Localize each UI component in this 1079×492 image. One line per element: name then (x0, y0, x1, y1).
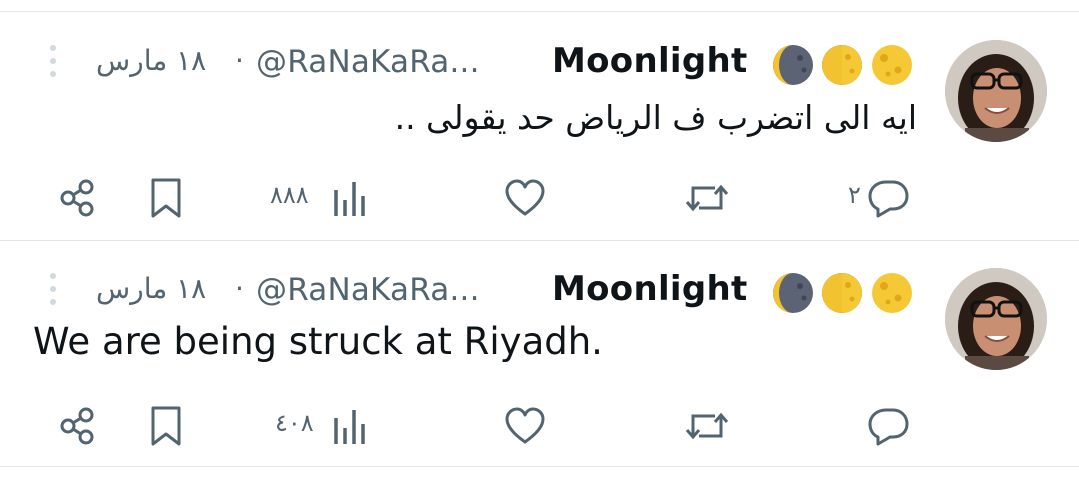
author-name[interactable]: Moonlight (552, 269, 748, 309)
author-handle[interactable]: @RaNaKaRa... (256, 44, 480, 80)
moon-emoji-group (770, 42, 916, 88)
repost-icon (685, 412, 729, 440)
tweet-header: ١٨ مارس · @RaNaKaRa... Moonlight (0, 266, 1079, 326)
views-count: ٨٨٨ (270, 181, 309, 209)
bookmark-icon (151, 406, 181, 446)
top-divider (0, 11, 1079, 12)
tweet[interactable]: ١٨ مارس · @RaNaKaRa... Moonlight (0, 266, 1079, 492)
first-quarter-moon-icon (822, 273, 862, 313)
bottom-divider (0, 466, 1079, 467)
full-moon-icon (872, 273, 912, 313)
full-moon-icon (872, 45, 912, 85)
share-icon (60, 407, 94, 445)
tweet[interactable]: ١٨ مارس · @RaNaKaRa... Moonlight (0, 38, 1079, 264)
reply-icon (868, 180, 909, 218)
repost-icon (685, 184, 729, 212)
share-icon (60, 179, 94, 217)
reply-icon (868, 408, 909, 446)
author-name[interactable]: Moonlight (552, 41, 748, 81)
reply-button[interactable]: ٢ (848, 176, 918, 226)
tweet-text: We are being struck at Riyadh. (33, 320, 603, 363)
author-handle[interactable]: @RaNaKaRa... (256, 272, 480, 308)
first-quarter-moon-icon (822, 45, 862, 85)
share-button[interactable] (55, 404, 99, 454)
views-icon (334, 410, 365, 444)
reply-button[interactable] (848, 404, 918, 454)
bookmark-icon (151, 178, 181, 218)
tweet-actions: ٨٨٨ ٢ (0, 176, 1079, 236)
views-icon (334, 182, 365, 216)
views-count: ٤٠٨ (275, 409, 314, 437)
like-button[interactable] (503, 176, 547, 226)
more-options-icon[interactable] (38, 40, 68, 80)
repost-button[interactable] (683, 404, 731, 454)
reply-count: ٢ (848, 181, 861, 209)
heart-icon (505, 179, 545, 216)
views-button[interactable]: ٤٠٨ (275, 404, 380, 454)
bookmark-button[interactable] (148, 404, 184, 454)
bookmark-button[interactable] (148, 176, 184, 226)
like-button[interactable] (503, 404, 547, 454)
tweet-text: ايه الى اتضرب ف الرياض حد يقولى .. (394, 98, 917, 137)
tweet-header: ١٨ مارس · @RaNaKaRa... Moonlight (0, 38, 1079, 98)
separator-dot: · (235, 44, 244, 77)
tweet-date[interactable]: ١٨ مارس (96, 272, 206, 305)
moon-emoji-group (770, 270, 916, 316)
share-button[interactable] (55, 176, 99, 226)
tweet-divider (0, 240, 1079, 241)
tweet-actions: ٤٠٨ (0, 404, 1079, 464)
waning-crescent-moon-icon (773, 45, 813, 85)
heart-icon (505, 407, 545, 444)
waning-crescent-moon-icon (773, 273, 813, 313)
repost-button[interactable] (683, 176, 731, 226)
tweet-date[interactable]: ١٨ مارس (96, 44, 206, 77)
separator-dot: · (235, 272, 244, 305)
more-options-icon[interactable] (38, 268, 68, 308)
views-button[interactable]: ٨٨٨ (270, 176, 380, 226)
